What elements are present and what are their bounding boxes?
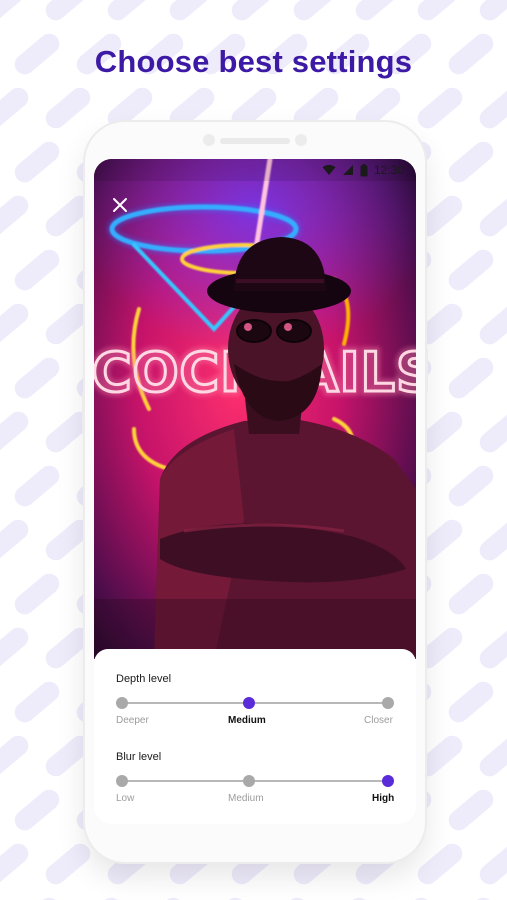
blur-stop-low[interactable] [116,775,128,787]
background-stripe [475,731,507,781]
background-stripe [10,353,64,403]
background-stripe [10,893,64,900]
background-stripe [10,785,64,835]
background-stripe [41,83,95,133]
blur-setting: Blur level Low Medium High [116,751,394,809]
blur-level-title: Blur level [116,751,162,763]
background-stripe [320,893,374,900]
background-stripe [134,893,188,900]
background-stripe [444,245,498,295]
background-stripe [10,245,64,295]
depth-stop-medium[interactable] [243,697,255,709]
background-stripe [382,893,436,900]
background-stripe [413,839,467,889]
background-stripe [0,0,33,25]
page-title: Choose best settings [94,44,413,79]
background-stripe [351,0,405,25]
close-icon[interactable] [110,195,130,215]
background-stripe [227,0,281,25]
background-stripe [475,191,507,241]
background-stripe [41,839,95,889]
battery-icon [360,163,368,176]
status-time: 12:30 [373,163,404,177]
background-stripe [0,839,33,889]
background-stripe [0,83,33,133]
blur-labels: Low Medium High [116,793,394,809]
background-stripe [413,0,467,25]
background-stripe [10,677,64,727]
background-stripe [0,731,33,781]
background-stripe [444,461,498,511]
background-stripe [0,623,33,673]
status-bar: 12:30 [94,159,416,181]
phone-power-button [425,348,428,392]
background-stripe [0,191,33,241]
background-stripe [10,461,64,511]
background-stripe [103,0,157,25]
depth-slider[interactable] [116,695,394,711]
background-stripe [444,569,498,619]
background-stripe [475,407,507,457]
background-stripe [72,893,126,900]
edited-photo: COCKTAILS COCKTAILS [94,159,416,659]
background-stripe [289,0,343,25]
phone-earpiece [220,138,290,144]
depth-stop-closer[interactable] [382,697,394,709]
background-stripe [0,407,33,457]
wifi-icon [322,164,336,175]
background-stripe [444,677,498,727]
background-stripe [444,785,498,835]
settings-panel: Depth level Deeper Medium Closer Blur le… [94,649,416,824]
background-stripe [444,353,498,403]
blur-label-low: Low [116,793,135,804]
background-stripe [475,515,507,565]
blur-stop-high[interactable] [382,775,394,787]
background-stripe [258,893,312,900]
signal-icon [342,165,353,175]
blur-label-medium: Medium [228,793,264,804]
slider-track [122,780,388,782]
blur-slider[interactable] [116,773,394,789]
neon-cocktail-photo: COCKTAILS COCKTAILS [94,159,416,659]
background-stripe [41,0,95,25]
background-stripe [475,0,507,25]
blur-stop-medium[interactable] [243,775,255,787]
blur-label-high: High [372,793,395,804]
background-stripe [444,893,498,900]
front-camera [203,134,215,146]
background-stripe [444,137,498,187]
background-stripe [0,515,33,565]
phone-mockup: COCKTAILS COCKTAILS [82,122,428,862]
depth-stop-deeper[interactable] [116,697,128,709]
background-stripe [475,623,507,673]
depth-label-closer: Closer [364,715,393,726]
slider-track [122,702,388,704]
phone-volume-button [82,392,85,432]
depth-setting: Depth level Deeper Medium Closer [116,673,394,731]
depth-label-deeper: Deeper [116,715,149,726]
depth-level-title: Depth level [116,673,172,685]
background-stripe [196,893,250,900]
depth-label-medium: Medium [228,715,266,726]
background-stripe [413,83,467,133]
background-stripe [165,0,219,25]
background-stripe [10,569,64,619]
background-stripe [475,839,507,889]
depth-labels: Deeper Medium Closer [116,715,394,731]
background-stripe [0,299,33,349]
background-stripe [475,83,507,133]
phone-screen: COCKTAILS COCKTAILS [94,159,416,824]
proximity-sensor [295,134,307,146]
background-stripe [10,137,64,187]
background-stripe [475,299,507,349]
